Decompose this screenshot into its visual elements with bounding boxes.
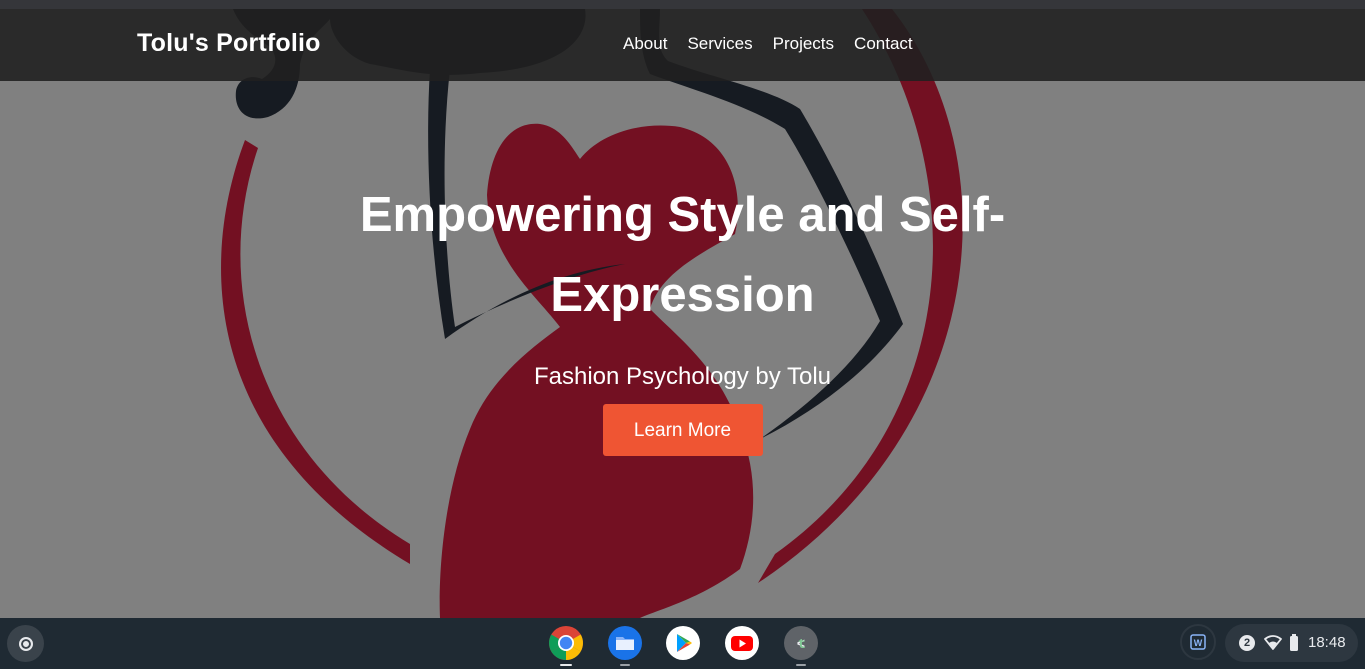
browser-top-strip	[0, 0, 1365, 9]
svg-text:W: W	[1194, 638, 1203, 648]
notification-count-badge: 2	[1239, 635, 1255, 651]
main-nav: About Services Projects Contact	[613, 33, 923, 55]
shelf-app-youtube[interactable]	[724, 625, 760, 661]
shelf-app-chrome[interactable]	[548, 625, 584, 666]
app-running-indicator	[796, 664, 806, 666]
hero-title-line-1: Empowering Style and Self-	[359, 188, 1006, 242]
battery-icon	[1290, 634, 1298, 651]
status-tray[interactable]: 2 18:48	[1225, 624, 1358, 662]
launcher-circle-icon	[18, 636, 33, 651]
hero-section: Empowering Style and Self- Expression Fa…	[0, 175, 1365, 456]
svg-text:t: t	[798, 637, 806, 653]
tray-word-pod[interactable]: W	[1180, 624, 1216, 660]
site-header: Tolu's Portfolio About Services Projects…	[0, 9, 1365, 81]
nav-link-projects[interactable]: Projects	[763, 33, 844, 55]
wifi-icon	[1264, 635, 1282, 650]
nav-link-contact[interactable]: Contact	[844, 33, 923, 55]
shelf-app-play-store[interactable]	[665, 625, 701, 661]
hero-title-line-2: Expression	[550, 268, 815, 322]
word-doc-icon: W	[1190, 634, 1206, 650]
files-icon	[608, 626, 642, 660]
chromeos-shelf: < t W 2 18:48	[0, 618, 1365, 669]
learn-more-button[interactable]: Learn More	[602, 404, 763, 456]
nav-link-about[interactable]: About	[613, 33, 677, 55]
terminal-icon: < t	[784, 626, 818, 660]
hero-title: Empowering Style and Self- Expression	[333, 175, 1033, 335]
chromeos-screen: Tolu's Portfolio About Services Projects…	[0, 0, 1365, 669]
launcher-button[interactable]	[7, 625, 44, 662]
app-running-indicator	[620, 664, 630, 666]
hero-subtitle: Fashion Psychology by Tolu	[533, 363, 832, 390]
nav-link-services[interactable]: Services	[677, 33, 762, 55]
clock-time: 18:48	[1308, 634, 1346, 651]
app-running-indicator	[560, 664, 572, 666]
youtube-icon	[725, 626, 759, 660]
site-brand[interactable]: Tolu's Portfolio	[137, 29, 321, 58]
web-page-viewport: Tolu's Portfolio About Services Projects…	[0, 9, 1365, 618]
chrome-icon	[549, 626, 583, 660]
play-store-icon	[666, 626, 700, 660]
shelf-app-files[interactable]	[607, 625, 643, 666]
shelf-app-terminal[interactable]: < t	[783, 625, 819, 666]
